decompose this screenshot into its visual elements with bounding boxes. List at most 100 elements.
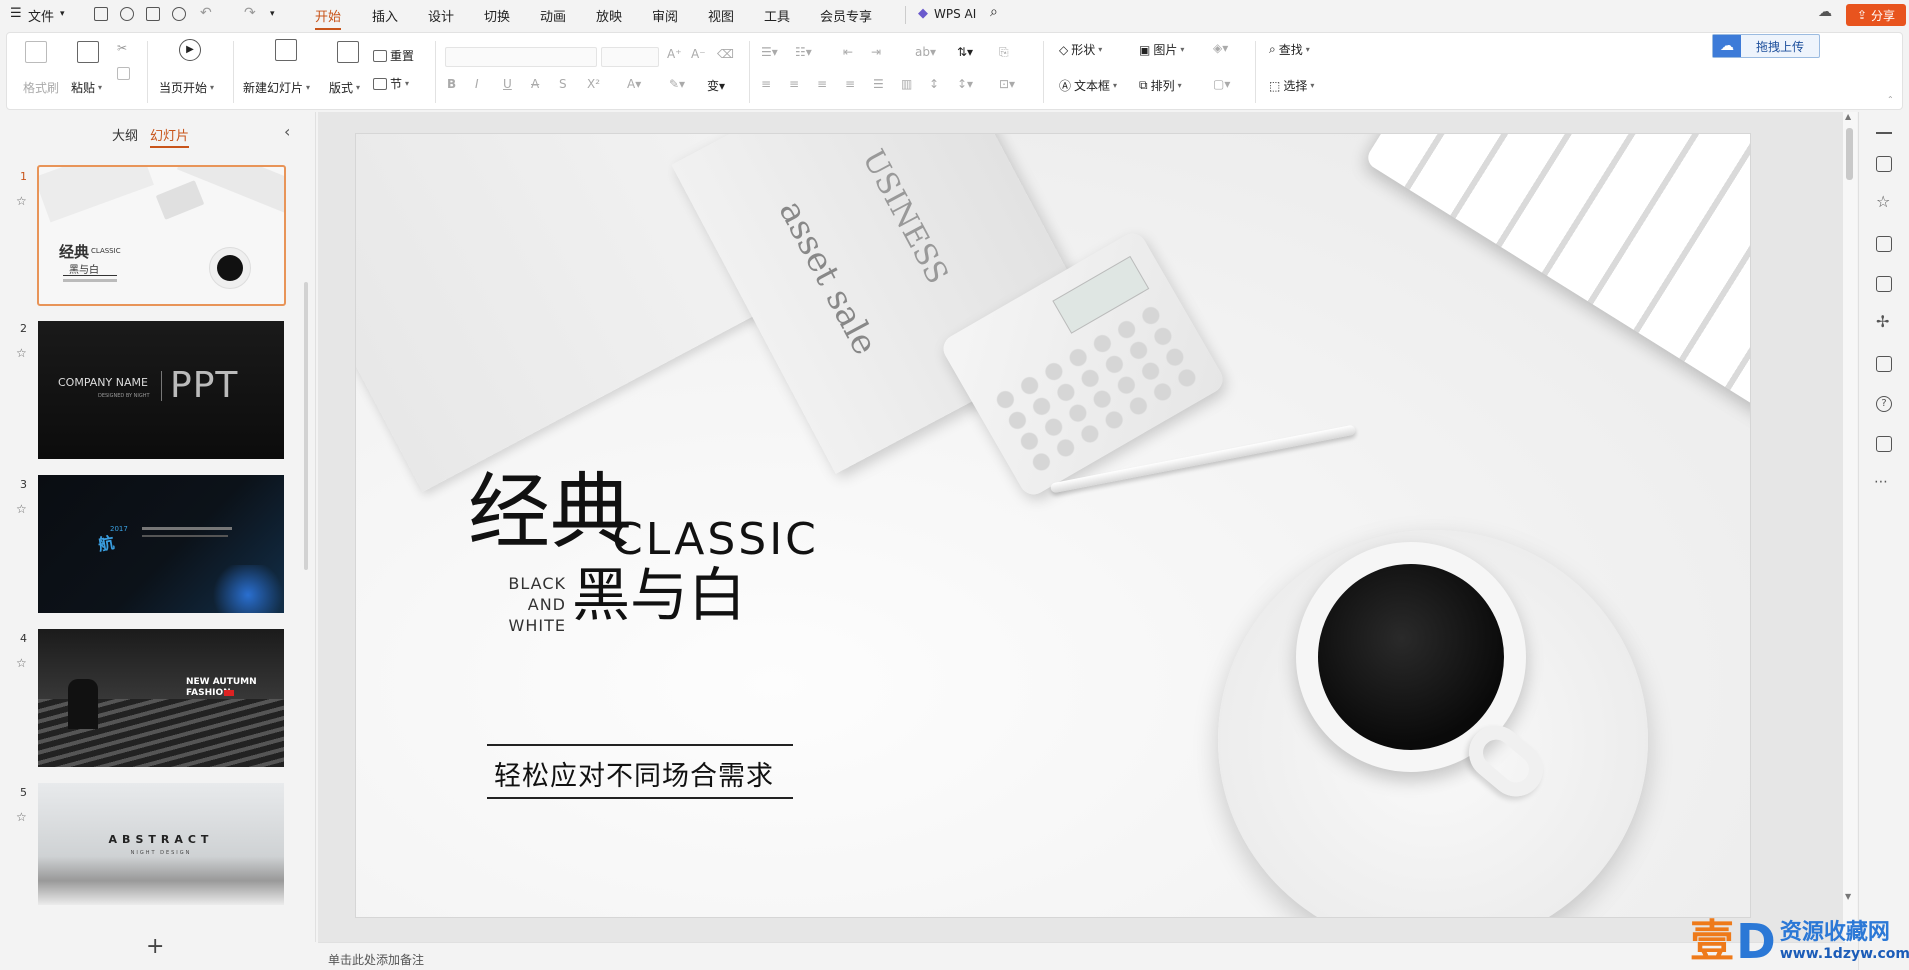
notes-placeholder[interactable]: 单击此处添加备注 xyxy=(328,951,424,968)
font-color-icon[interactable]: A▾ xyxy=(627,77,641,91)
section-button[interactable]: 节 ▾ xyxy=(373,75,409,92)
add-slide-button[interactable]: + xyxy=(146,934,164,959)
tab-tools[interactable]: 工具 xyxy=(764,6,790,25)
share-button[interactable]: ⇪ 分享 xyxy=(1846,4,1906,26)
shapes-icon[interactable] xyxy=(1876,236,1892,252)
star-icon[interactable]: ☆ xyxy=(16,810,27,824)
star-icon[interactable]: ☆ xyxy=(16,194,27,208)
star-icon[interactable]: ☆ xyxy=(16,502,27,516)
select-button[interactable]: ⬚ 选择 ▾ xyxy=(1269,77,1314,94)
tab-outline[interactable]: 大纲 xyxy=(112,125,138,144)
slide-thumbnail-2[interactable]: COMPANY NAME DESIGNED BY NIGHT PPT xyxy=(38,321,284,459)
panel-scrollbar[interactable] xyxy=(304,282,308,570)
slide-word-black[interactable]: BLACK xyxy=(506,574,566,593)
more-icon[interactable]: ⋯ xyxy=(1874,474,1888,490)
tab-design[interactable]: 设计 xyxy=(428,6,454,25)
strikethrough-icon[interactable]: A xyxy=(531,77,539,91)
slide-title-cn[interactable]: 经典 xyxy=(468,472,632,554)
font-grow-icon[interactable]: A⁺ xyxy=(667,47,682,61)
layout-icon[interactable] xyxy=(337,41,359,63)
justify-icon[interactable]: ≡ xyxy=(845,77,855,91)
layout-button[interactable]: 版式 ▾ xyxy=(329,79,360,96)
text-direction-icon[interactable]: ab▾ xyxy=(915,45,936,59)
wps-ai-icon[interactable]: ◆ xyxy=(918,6,928,21)
strike-s-icon[interactable]: S xyxy=(559,77,567,91)
tab-home[interactable]: 开始 xyxy=(315,6,342,30)
help-icon[interactable]: ? xyxy=(1876,396,1892,412)
format-painter-button[interactable]: 格式刷 xyxy=(23,79,59,96)
image-icon[interactable] xyxy=(1876,276,1892,292)
slide-word-and[interactable]: AND xyxy=(506,595,566,614)
tab-animation[interactable]: 动画 xyxy=(540,6,566,25)
star-icon[interactable]: ☆ xyxy=(1876,192,1890,211)
copy-icon[interactable] xyxy=(117,67,130,80)
decrease-indent-icon[interactable]: ⇤ xyxy=(843,45,853,59)
format-painter-icon[interactable] xyxy=(25,41,47,63)
notes-pane[interactable]: 单击此处添加备注 xyxy=(318,942,1845,970)
cloud-sync-icon[interactable]: ☁ xyxy=(1818,4,1832,20)
para-spacing-icon[interactable]: ↕▾ xyxy=(957,77,973,91)
tab-view[interactable]: 视图 xyxy=(708,6,734,25)
customize-chevron-icon[interactable]: ▾ xyxy=(270,9,275,19)
book-icon[interactable] xyxy=(1876,356,1892,372)
font-size-select[interactable] xyxy=(601,47,659,67)
tools-icon[interactable]: ✢ xyxy=(1876,312,1889,331)
slide-thumbnail-1[interactable]: 经典 CLASSIC 黑与白 xyxy=(37,165,286,306)
picture-button[interactable]: ▣ 图片 ▾ xyxy=(1139,41,1184,58)
text-box-align-icon[interactable]: ⊡▾ xyxy=(999,77,1015,91)
tab-insert[interactable]: 插入 xyxy=(372,6,398,25)
font-family-select[interactable] xyxy=(445,47,597,67)
arrange-button[interactable]: ⧉ 排列 ▾ xyxy=(1139,77,1182,94)
slide-thumbnail-5[interactable]: ABSTRACT NIGHT DESIGN xyxy=(38,783,284,905)
paste-icon[interactable] xyxy=(77,41,99,63)
undo-icon[interactable]: ↶ xyxy=(200,5,212,21)
chevron-down-icon[interactable]: ▾ xyxy=(60,9,65,19)
print-icon[interactable] xyxy=(146,7,160,21)
outline-icon[interactable]: ▢▾ xyxy=(1213,77,1230,91)
share-device-icon[interactable] xyxy=(1876,436,1892,452)
star-icon[interactable]: ☆ xyxy=(16,346,27,360)
font-shrink-icon[interactable]: A⁻ xyxy=(691,47,706,61)
distribute-icon[interactable]: ☰ xyxy=(873,77,884,91)
slide-word-white[interactable]: WHITE xyxy=(506,616,566,635)
tab-member[interactable]: 会员专享 xyxy=(820,6,872,25)
search-icon[interactable]: ⌕ xyxy=(990,4,998,20)
find-button[interactable]: ⌕ 查找 ▾ xyxy=(1269,41,1310,58)
bullets-icon[interactable]: ☰▾ xyxy=(761,45,778,59)
play-icon[interactable]: ▶ xyxy=(179,39,201,61)
scrollbar-thumb[interactable] xyxy=(1846,128,1853,180)
tab-slideshow[interactable]: 放映 xyxy=(596,6,622,25)
new-slide-button[interactable]: 新建幻灯片 ▾ xyxy=(243,79,310,96)
scroll-up-icon[interactable]: ▲ xyxy=(1845,112,1851,121)
convert-icon[interactable]: ⎘ xyxy=(999,45,1009,60)
align-right-icon[interactable]: ≡ xyxy=(817,77,827,91)
slide-title-en[interactable]: CLASSIC xyxy=(612,514,819,565)
settings-sliders-icon[interactable] xyxy=(1876,156,1892,172)
clear-format-icon[interactable]: ⌫ xyxy=(717,47,734,61)
minimize-icon[interactable] xyxy=(1876,132,1892,134)
fill-icon[interactable]: ◈▾ xyxy=(1213,41,1228,55)
scroll-down-icon[interactable]: ▼ xyxy=(1845,892,1851,901)
underline-icon[interactable]: U xyxy=(503,77,512,91)
slide-thumbnail-3[interactable]: 2017 航 xyxy=(38,475,284,613)
export-icon[interactable] xyxy=(120,7,134,21)
align-center-icon[interactable]: ≡ xyxy=(789,77,799,91)
align-left-icon[interactable]: ≡ xyxy=(761,77,771,91)
new-slide-icon[interactable] xyxy=(275,39,297,61)
line-spacing-icon[interactable]: ↕ xyxy=(929,77,939,91)
canvas-scrollbar[interactable]: ▲ ▼ xyxy=(1843,112,1857,942)
file-menu[interactable]: 文件 xyxy=(28,6,54,25)
collapse-ribbon-icon[interactable]: ⌃ xyxy=(1887,95,1894,104)
italic-icon[interactable]: I xyxy=(475,77,479,91)
tab-slides[interactable]: 幻灯片 xyxy=(150,125,190,148)
textbox-button[interactable]: Ⓐ 文本框 ▾ xyxy=(1059,77,1117,94)
tab-review[interactable]: 审阅 xyxy=(652,6,678,25)
increase-indent-icon[interactable]: ⇥ xyxy=(871,45,881,59)
reset-button[interactable]: 重置 xyxy=(373,47,414,64)
slide-tagline[interactable]: 轻松应对不同场合需求 xyxy=(494,754,774,793)
columns-icon[interactable]: ▥ xyxy=(901,77,912,91)
shape-button[interactable]: ◇ 形状 ▾ xyxy=(1059,41,1102,58)
redo-icon[interactable]: ↷ xyxy=(244,5,256,21)
print-preview-icon[interactable] xyxy=(172,7,186,21)
star-icon[interactable]: ☆ xyxy=(16,656,27,670)
